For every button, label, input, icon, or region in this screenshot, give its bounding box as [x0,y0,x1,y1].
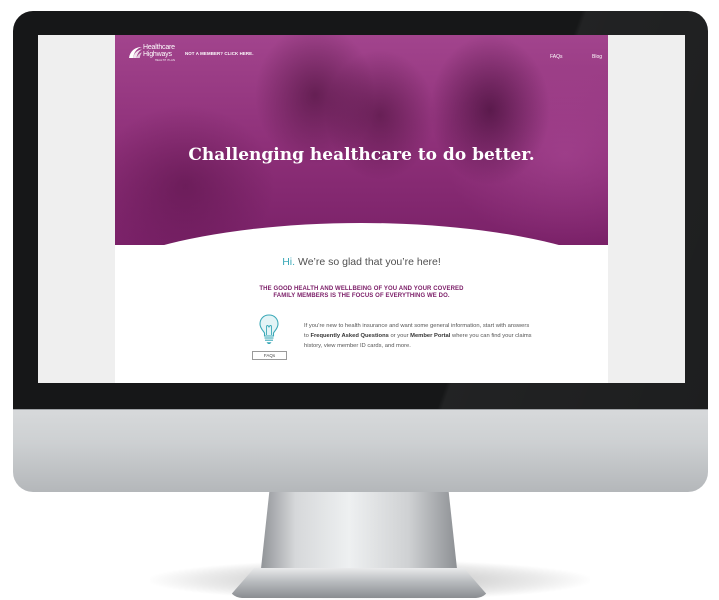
faqs-description: If you’re new to health insurance and wa… [304,321,534,351]
monitor-chin [13,409,708,492]
focus-line-2: FAMILY MEMBERS IS THE FOCUS OF EVERYTHIN… [273,292,450,299]
web-page: Healthcare Highways HEALTH PLAN NOT A ME… [115,35,608,383]
greeting-hi: Hi. [282,256,296,268]
logo-subtitle: HEALTH PLAN [155,59,176,62]
hero-banner: Healthcare Highways HEALTH PLAN NOT A ME… [115,35,608,245]
focus-statement: THE GOOD HEALTH AND WELLBEING OF YOU AND… [215,286,508,299]
faq-link-text[interactable]: Frequently Asked Questions [310,333,388,339]
logo-line-2: Highways [143,51,172,58]
logo-mark-icon [129,47,142,58]
welcome-greeting: Hi. We’re so glad that you’re here! [115,256,608,268]
site-logo[interactable]: Healthcare Highways HEALTH PLAN [127,44,187,64]
not-a-member-link[interactable]: NOT A MEMBER? CLICK HERE. [185,51,254,56]
logo-line-1: Healthcare [143,44,175,51]
member-portal-link-text[interactable]: Member Portal [410,333,450,339]
monitor-base [228,568,490,598]
hero-headline: Challenging healthcare to do better. [188,145,535,165]
lightbulb-icon [259,314,279,344]
focus-line-1: THE GOOD HEALTH AND WELLBEING OF YOU AND… [259,286,464,292]
greeting-text: We’re so glad that you’re here! [295,256,441,268]
screen: Healthcare Highways HEALTH PLAN NOT A ME… [38,35,685,383]
nav-faqs-link[interactable]: FAQs [550,54,563,60]
info-text-2: or your [388,333,411,339]
nav-blog-link[interactable]: Blog [592,54,602,60]
logo-wordmark: Healthcare Highways [143,44,175,58]
faqs-button[interactable]: FAQs [252,351,287,360]
